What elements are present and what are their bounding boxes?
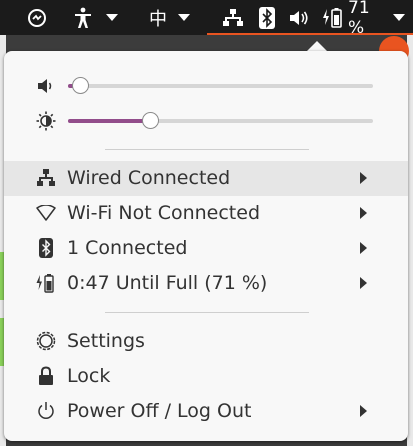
accessibility-icon[interactable]: [68, 0, 98, 35]
settings-gear-icon: [36, 331, 56, 351]
menu-item-label: Wired Connected: [67, 167, 231, 189]
wired-network-status-icon[interactable]: [220, 0, 246, 35]
menu-item-bluetooth[interactable]: 1 Connected: [4, 231, 408, 266]
menu-item-lock[interactable]: Lock: [4, 359, 408, 394]
power-icon: [36, 401, 56, 421]
wired-network-icon: [36, 168, 56, 188]
battery-percentage-label: 71 %: [348, 0, 370, 38]
menu-item-label: Settings: [67, 330, 145, 352]
volume-slider-row: [4, 71, 408, 101]
submenu-arrow-icon: [360, 405, 367, 417]
submenu-arrow-icon: [360, 277, 367, 289]
input-method-menu-arrow-icon[interactable]: [175, 0, 193, 35]
system-menu-arrow-icon[interactable]: [390, 0, 408, 35]
menu-item-battery[interactable]: 0:47 Until Full (71 %): [4, 266, 408, 301]
accessibility-menu-arrow-icon[interactable]: [103, 0, 121, 35]
input-method-label: 中: [149, 8, 167, 30]
submenu-arrow-icon: [360, 207, 367, 219]
brightness-slider-fill: [68, 119, 151, 123]
submenu-arrow-icon: [360, 242, 367, 254]
battery-charging-icon: [36, 273, 56, 293]
speaker-icon: [36, 76, 56, 96]
bluetooth-icon: [36, 238, 56, 258]
volume-slider[interactable]: [68, 77, 373, 94]
brightness-icon: [36, 111, 56, 131]
system-status-menu: Wired Connected Wi-Fi Not Connected 1 Co…: [4, 51, 408, 441]
volume-status-icon[interactable]: [286, 0, 312, 35]
battery-status-icon[interactable]: [321, 0, 345, 35]
menu-item-power[interactable]: Power Off / Log Out: [4, 394, 408, 429]
brightness-slider[interactable]: [68, 112, 373, 129]
no-entry-icon[interactable]: [22, 0, 52, 35]
volume-slider-handle[interactable]: [72, 77, 90, 94]
brightness-slider-handle[interactable]: [142, 112, 160, 129]
menu-item-label: 1 Connected: [67, 237, 188, 259]
menu-separator: [105, 149, 309, 150]
top-panel: 中 71 %: [0, 0, 413, 38]
menu-item-label: Lock: [67, 365, 111, 387]
wifi-icon: [36, 203, 56, 223]
input-method-indicator[interactable]: 中: [145, 0, 171, 35]
menu-item-wifi[interactable]: Wi-Fi Not Connected: [4, 196, 408, 231]
lock-icon: [36, 366, 56, 386]
menu-item-settings[interactable]: Settings: [4, 324, 408, 359]
menu-item-label: Power Off / Log Out: [67, 400, 252, 422]
menu-item-label: Wi-Fi Not Connected: [67, 202, 261, 224]
submenu-arrow-icon: [360, 172, 367, 184]
menu-item-label: 0:47 Until Full (71 %): [67, 272, 268, 294]
menu-separator: [105, 312, 309, 313]
menu-item-wired[interactable]: Wired Connected: [4, 161, 408, 196]
brightness-slider-row: [4, 106, 408, 136]
battery-percentage[interactable]: 71 %: [348, 0, 388, 38]
bluetooth-status-icon[interactable]: [257, 0, 277, 35]
